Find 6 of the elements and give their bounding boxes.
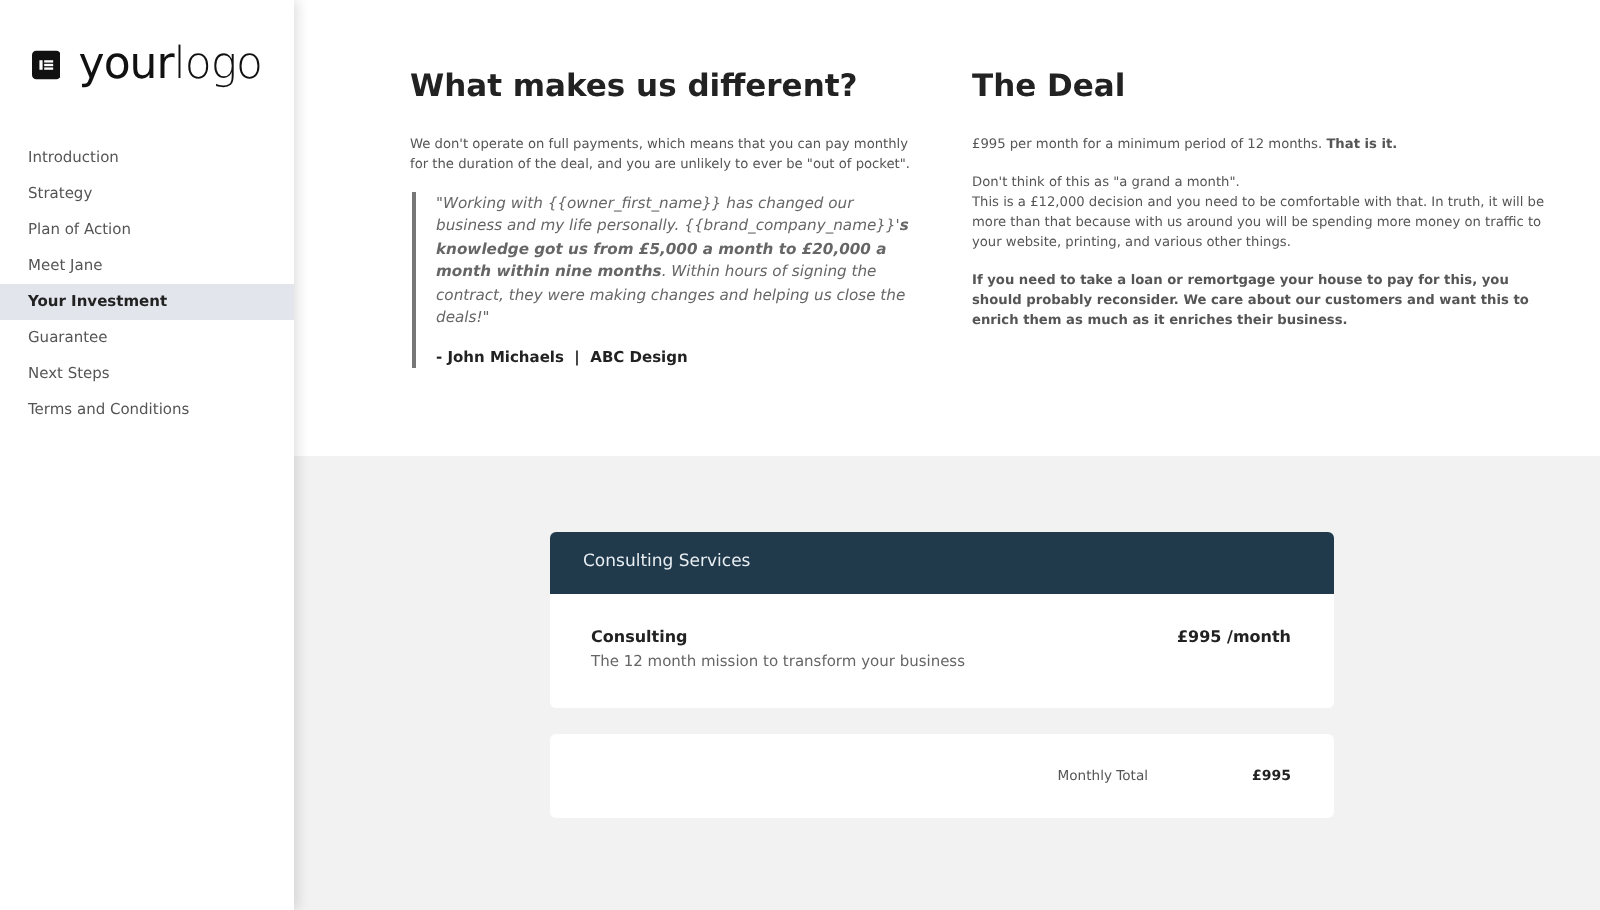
section-heading: The Deal <box>972 68 1128 106</box>
item-price: £995 /month <box>1176 626 1291 650</box>
logo-text: yourlogo <box>78 43 262 87</box>
section-heading: What makes us different? <box>410 68 860 106</box>
item-name: Consulting <box>591 626 690 650</box>
card-header: Consulting Services <box>549 532 1333 594</box>
